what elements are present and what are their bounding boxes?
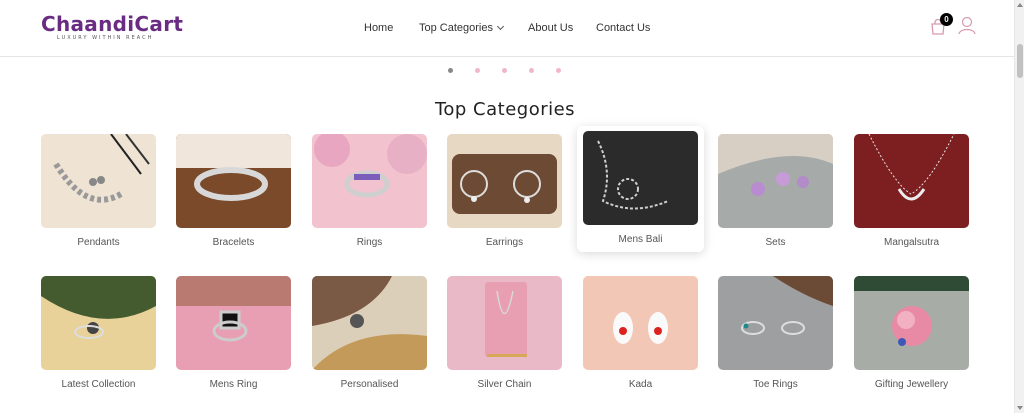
cart-count-badge: 0 xyxy=(940,13,953,26)
carousel-dot[interactable] xyxy=(556,68,561,73)
nav-home[interactable]: Home xyxy=(364,21,393,35)
category-image xyxy=(41,134,156,228)
category-label: Mens Ring xyxy=(209,379,258,390)
category-image xyxy=(176,276,291,370)
carousel-dot[interactable] xyxy=(502,68,507,73)
header: ChaandiCart LUXURY WITHIN REACH Home Top… xyxy=(0,0,1014,57)
category-image xyxy=(41,276,156,370)
nav-about-us[interactable]: About Us xyxy=(528,21,573,35)
scrollbar-thumb[interactable] xyxy=(1017,44,1023,78)
category-label: Latest Collection xyxy=(61,379,136,390)
category-image xyxy=(718,134,833,228)
nav-top-categories-label: Top Categories xyxy=(419,22,493,34)
category-image xyxy=(447,134,562,228)
scroll-down-arrow-icon[interactable] xyxy=(1017,406,1023,410)
category-image xyxy=(176,134,291,228)
category-card-kada[interactable]: Kada xyxy=(583,276,698,391)
category-card-toe-rings[interactable]: Toe Rings xyxy=(718,276,833,391)
category-label: Mens Bali xyxy=(618,234,663,245)
category-card-earrings[interactable]: Earrings xyxy=(447,134,562,249)
category-image xyxy=(854,134,969,228)
category-image xyxy=(312,276,427,370)
nav-home-label: Home xyxy=(364,22,394,34)
carousel-dot[interactable] xyxy=(475,68,480,73)
user-icon[interactable] xyxy=(957,15,977,35)
category-card-rings[interactable]: Rings xyxy=(312,134,427,249)
category-label: Pendants xyxy=(77,237,120,248)
section-title: Top Categories xyxy=(434,99,576,120)
category-image xyxy=(312,134,427,228)
category-label: Mangalsutra xyxy=(883,237,940,248)
scroll-up-arrow-icon[interactable] xyxy=(1017,3,1023,7)
category-card-gifting-jewellery[interactable]: Gifting Jewellery xyxy=(854,276,969,391)
category-label: Gifting Jewellery xyxy=(874,379,949,390)
nav-contact-us[interactable]: Contact Us xyxy=(596,21,650,35)
nav-top-categories[interactable]: Top Categories xyxy=(419,21,505,35)
category-card-mangalsutra[interactable]: Mangalsutra xyxy=(854,134,969,249)
category-card-mens-bali[interactable]: Mens Bali xyxy=(577,126,704,252)
carousel-dot[interactable] xyxy=(529,68,534,73)
category-card-sets[interactable]: Sets xyxy=(718,134,833,249)
category-image xyxy=(447,276,562,370)
chevron-down-icon xyxy=(496,22,505,31)
category-label: Bracelets xyxy=(212,237,255,248)
category-label: Toe Rings xyxy=(753,379,798,390)
category-card-mens-ring[interactable]: Mens Ring xyxy=(176,276,291,391)
category-card-pendants[interactable]: Pendants xyxy=(41,134,156,249)
category-image xyxy=(583,131,698,225)
category-image xyxy=(583,276,698,370)
category-image xyxy=(718,276,833,370)
category-label: Rings xyxy=(356,237,383,248)
category-card-bracelets[interactable]: Bracelets xyxy=(176,134,291,249)
category-label: Personalised xyxy=(340,379,399,390)
category-label: Earrings xyxy=(485,237,524,248)
nav-contact-us-label: Contact Us xyxy=(596,22,651,34)
category-card-latest-collection[interactable]: Latest Collection xyxy=(41,276,156,391)
category-card-silver-chain[interactable]: Silver Chain xyxy=(447,276,562,391)
category-label: Silver Chain xyxy=(477,379,532,390)
nav-about-us-label: About Us xyxy=(528,22,574,34)
category-label: Kada xyxy=(628,379,653,390)
brand-name: ChaandiCart xyxy=(41,12,184,36)
carousel-dot[interactable] xyxy=(448,68,453,73)
category-card-personalised[interactable]: Personalised xyxy=(312,276,427,391)
page-scrollbar[interactable] xyxy=(1014,0,1024,413)
brand-logo[interactable]: ChaandiCart LUXURY WITHIN REACH xyxy=(41,13,183,41)
category-label: Sets xyxy=(765,237,786,248)
category-image xyxy=(854,276,969,370)
